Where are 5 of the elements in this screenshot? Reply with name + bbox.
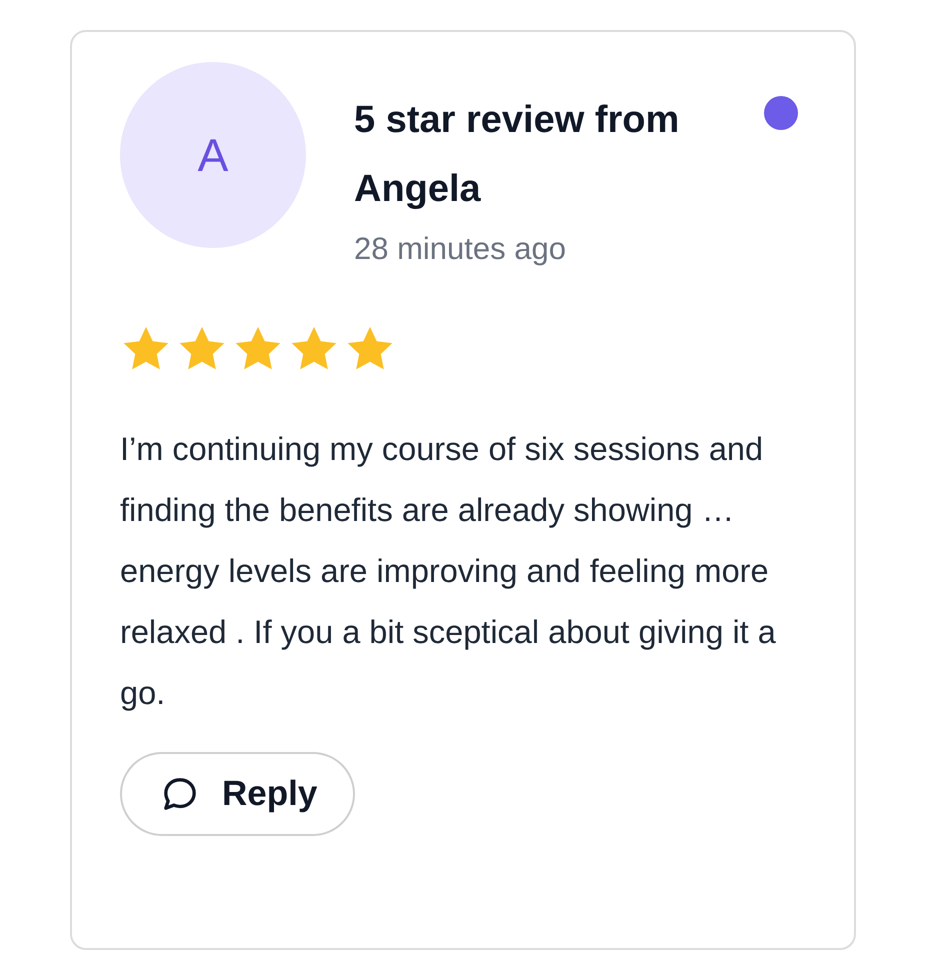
avatar: A [120, 62, 306, 248]
timestamp: 28 minutes ago [354, 230, 567, 268]
review-title: 5 star review from Angela [354, 98, 680, 212]
review-text: I’m continuing my course of six sessions and finding the benefits are already showing … energy levels are improving and feeling more relaxed . If you a bit sceptical about giving it a go. [120, 430, 777, 713]
reply-button[interactable]: Reply [120, 752, 356, 836]
